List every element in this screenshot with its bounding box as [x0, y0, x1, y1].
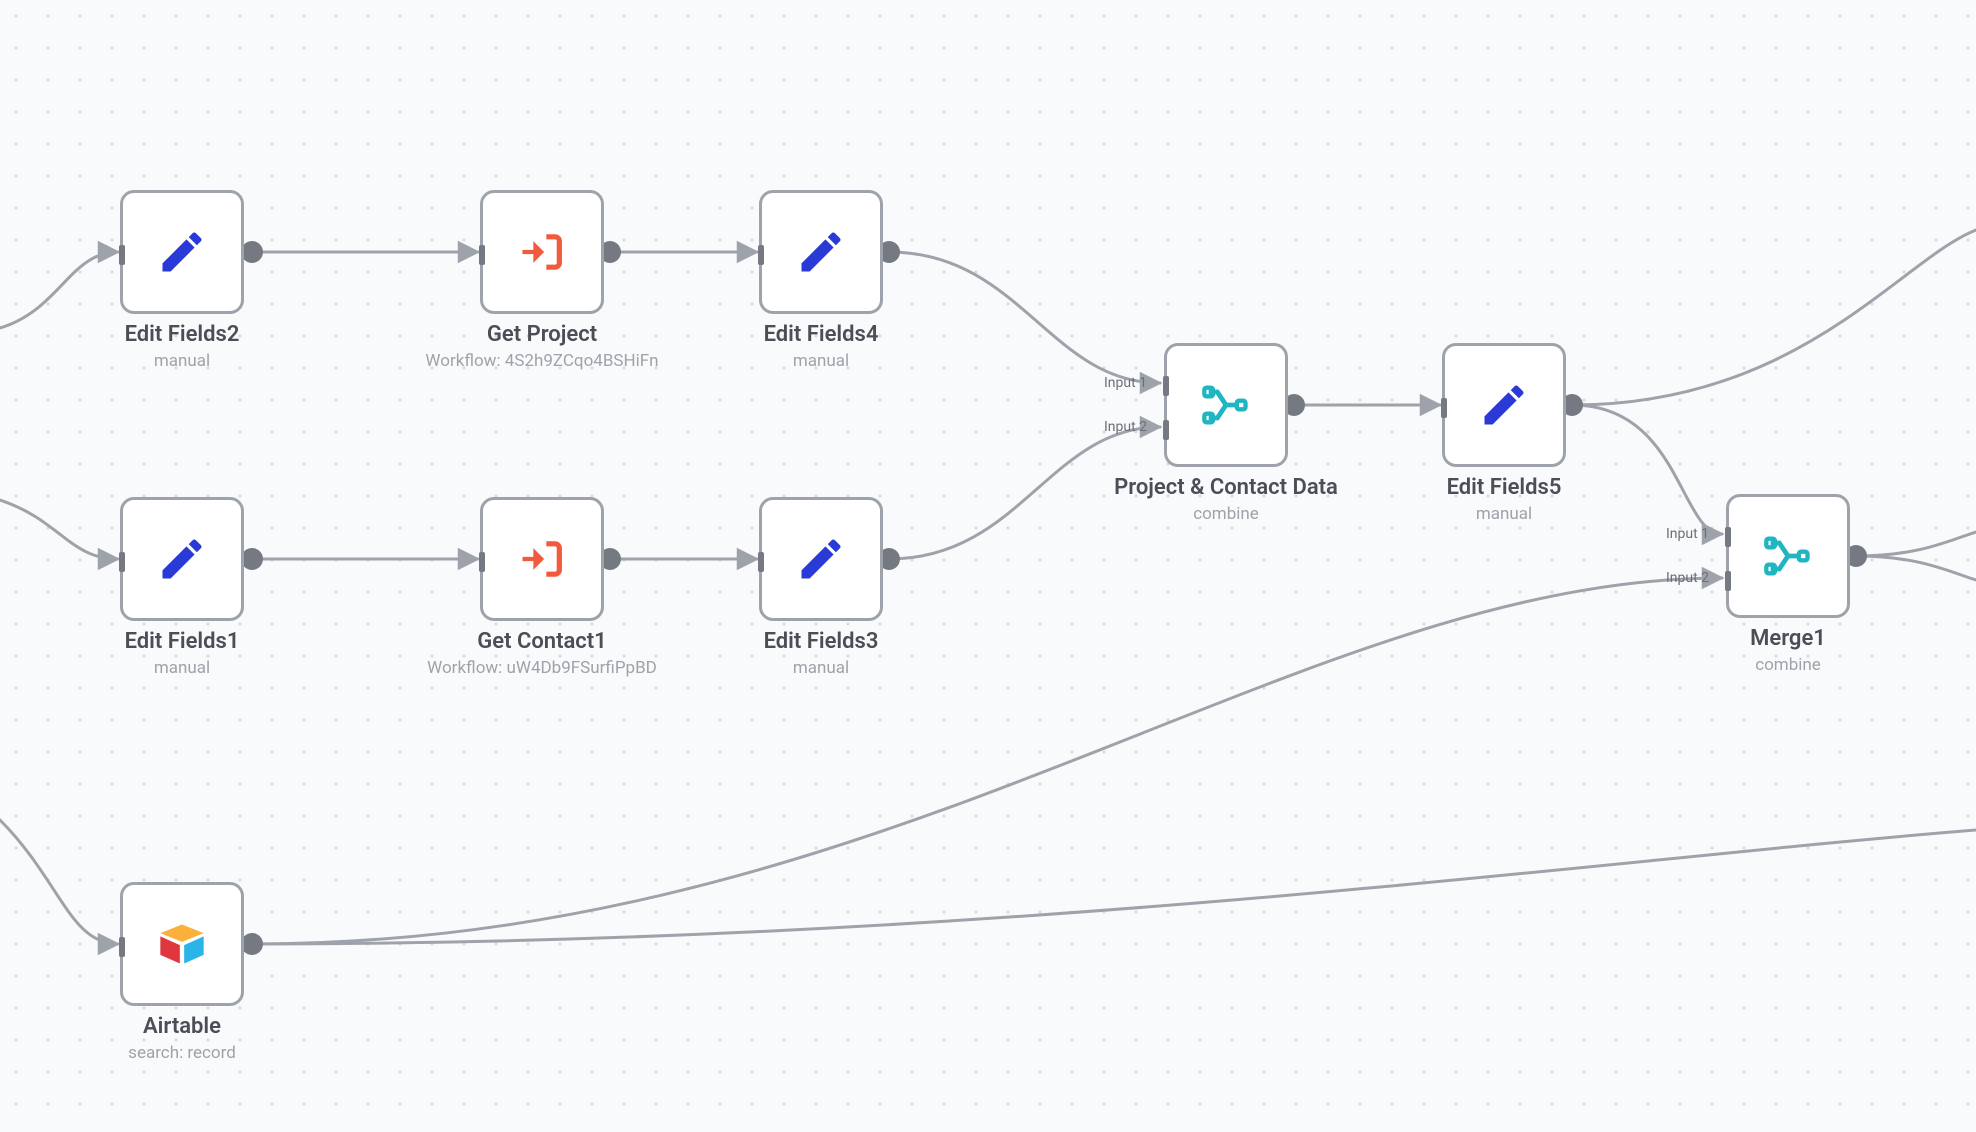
node-title: Get Contact1 — [477, 629, 606, 654]
input-port-1[interactable] — [1163, 376, 1169, 396]
node-airtable[interactable]: Airtable search: record — [120, 882, 244, 1063]
input-port[interactable] — [119, 245, 125, 265]
input-port-2[interactable] — [1163, 420, 1169, 440]
node-box[interactable] — [120, 190, 244, 314]
node-title: Edit Fields4 — [764, 322, 879, 347]
node-subtitle: search: record — [128, 1043, 236, 1063]
node-subtitle: manual — [793, 351, 849, 371]
node-edit-fields-3[interactable]: Edit Fields3 manual — [759, 497, 883, 678]
pencil-icon — [1478, 379, 1530, 431]
input-port[interactable] — [119, 937, 125, 957]
node-title: Edit Fields3 — [764, 629, 879, 654]
node-box[interactable] — [1164, 343, 1288, 467]
node-subtitle: manual — [154, 351, 210, 371]
input-port-1[interactable] — [1725, 527, 1731, 547]
port-label-input-1: Input 1 — [1104, 375, 1147, 391]
node-project-contact-data[interactable]: Project & Contact Data combine Input 1 I… — [1164, 343, 1288, 524]
node-subtitle: manual — [154, 658, 210, 678]
merge-icon — [1200, 379, 1252, 431]
node-box[interactable] — [1726, 494, 1850, 618]
node-title: Edit Fields1 — [125, 629, 240, 654]
node-subtitle: manual — [793, 658, 849, 678]
node-title: Edit Fields2 — [125, 322, 240, 347]
input-port-2[interactable] — [1725, 571, 1731, 591]
airtable-icon — [156, 918, 208, 970]
pencil-icon — [156, 533, 208, 585]
node-subtitle: combine — [1755, 655, 1821, 675]
port-label-input-1: Input 1 — [1666, 526, 1709, 542]
workflow-canvas[interactable]: Edit Fields2 manual Get Project Workflow… — [0, 0, 1976, 1132]
input-port[interactable] — [479, 245, 485, 265]
subworkflow-icon — [516, 226, 568, 278]
node-box[interactable] — [759, 497, 883, 621]
node-merge-1[interactable]: Merge1 combine Input 1 Input 2 — [1726, 494, 1850, 675]
node-title: Airtable — [143, 1014, 221, 1039]
pencil-icon — [156, 226, 208, 278]
node-box[interactable] — [120, 882, 244, 1006]
port-label-input-2: Input 2 — [1104, 419, 1147, 435]
node-title: Project & Contact Data — [1114, 475, 1338, 500]
input-port[interactable] — [758, 552, 764, 572]
node-box[interactable] — [759, 190, 883, 314]
pencil-icon — [795, 533, 847, 585]
node-title: Edit Fields5 — [1447, 475, 1562, 500]
node-title: Get Project — [487, 322, 597, 347]
node-get-contact-1[interactable]: Get Contact1 Workflow: uW4Db9FSurfiPpBD — [480, 497, 604, 678]
subworkflow-icon — [516, 533, 568, 585]
merge-icon — [1762, 530, 1814, 582]
input-port[interactable] — [758, 245, 764, 265]
node-subtitle: combine — [1193, 504, 1259, 524]
input-port[interactable] — [1441, 398, 1447, 418]
node-edit-fields-2[interactable]: Edit Fields2 manual — [120, 190, 244, 371]
input-port[interactable] — [479, 552, 485, 572]
node-subtitle: Workflow: 4S2h9ZCqo4BSHiFn — [425, 351, 658, 371]
node-box[interactable] — [1442, 343, 1566, 467]
pencil-icon — [795, 226, 847, 278]
node-box[interactable] — [480, 190, 604, 314]
input-port[interactable] — [119, 552, 125, 572]
node-subtitle: Workflow: uW4Db9FSurfiPpBD — [427, 658, 657, 678]
node-edit-fields-5[interactable]: Edit Fields5 manual — [1442, 343, 1566, 524]
node-box[interactable] — [480, 497, 604, 621]
connections-layer — [0, 0, 1976, 1132]
node-subtitle: manual — [1476, 504, 1532, 524]
node-title: Merge1 — [1750, 626, 1826, 651]
port-label-input-2: Input 2 — [1666, 570, 1709, 586]
node-get-project[interactable]: Get Project Workflow: 4S2h9ZCqo4BSHiFn — [480, 190, 604, 371]
node-edit-fields-1[interactable]: Edit Fields1 manual — [120, 497, 244, 678]
node-edit-fields-4[interactable]: Edit Fields4 manual — [759, 190, 883, 371]
node-box[interactable] — [120, 497, 244, 621]
